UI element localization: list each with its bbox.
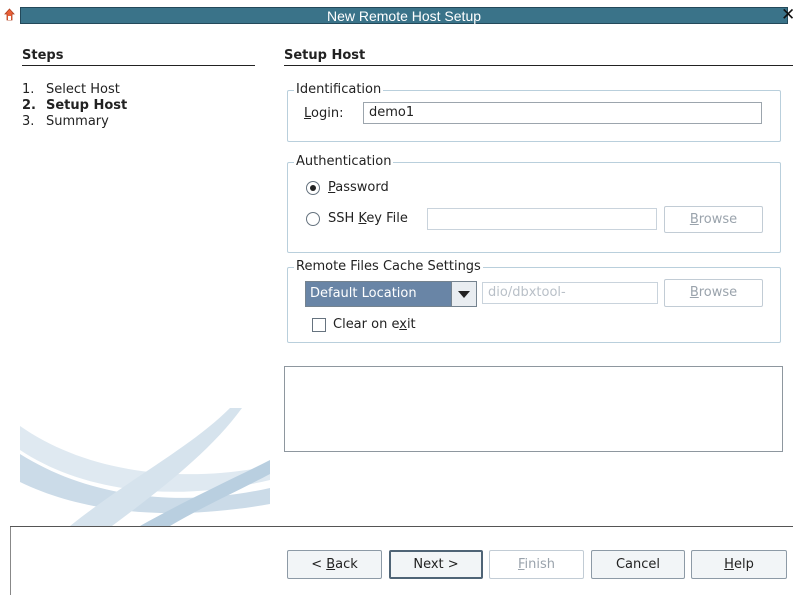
step-label: Setup Host: [46, 98, 128, 113]
password-label-text: assword: [335, 180, 389, 195]
login-label: Login:: [304, 106, 343, 122]
page-title-divider: [284, 65, 793, 66]
step-number: 2.: [22, 98, 36, 113]
login-mnemonic: L: [304, 106, 312, 121]
login-label-text: ogin:: [311, 106, 344, 121]
finish-label: inish: [524, 557, 556, 572]
clear-on-exit-mnemonic: x: [399, 317, 407, 332]
cache-browse-button[interactable]: Browse: [664, 279, 763, 307]
title-bar-strip: New Remote Host Setup: [20, 7, 788, 24]
password-radio[interactable]: [306, 181, 320, 195]
cache-settings-legend: Remote Files Cache Settings: [294, 259, 483, 275]
browse-mnemonic: B: [689, 285, 699, 300]
close-icon[interactable]: ✕: [781, 6, 793, 24]
wizard-swoosh-graphic: [20, 408, 270, 526]
back-mnemonic: B: [326, 557, 336, 572]
back-label: ack: [335, 557, 358, 572]
message-area: [284, 366, 783, 452]
step-number: 3.: [22, 114, 35, 129]
clear-on-exit-label[interactable]: Clear on exit: [333, 317, 416, 333]
next-button[interactable]: Next >: [389, 550, 483, 579]
window-title: New Remote Host Setup: [326, 8, 482, 24]
ssh-key-label-text: ey File: [366, 211, 408, 226]
clear-on-exit-prefix: Clear on e: [333, 317, 400, 332]
help-mnemonic: H: [724, 557, 734, 572]
ssh-key-prefix: SSH: [328, 211, 359, 226]
back-prefix: <: [311, 557, 327, 572]
chevron-down-icon[interactable]: [451, 282, 476, 306]
finish-button[interactable]: Finish: [489, 550, 584, 579]
browse-label: rowse: [698, 285, 738, 300]
step-label: Select Host: [46, 82, 120, 97]
app-icon: [4, 8, 15, 21]
step-number: 1.: [22, 82, 35, 97]
identification-legend: Identification: [294, 82, 384, 98]
back-button[interactable]: < Back: [287, 550, 382, 579]
title-bar[interactable]: New Remote Host Setup ✕: [0, 0, 793, 31]
step-select-host: 1. Select Host: [22, 82, 120, 98]
step-summary: 3. Summary: [22, 114, 109, 130]
browse-label: rowse: [698, 212, 738, 227]
ssh-key-browse-button[interactable]: Browse: [664, 206, 763, 233]
steps-divider: [22, 65, 255, 66]
ssh-key-label[interactable]: SSH Key File: [328, 211, 408, 227]
help-label: elp: [733, 557, 754, 572]
steps-heading: Steps: [22, 48, 64, 63]
step-setup-host: 2. Setup Host: [22, 98, 127, 114]
ssh-key-radio[interactable]: [306, 212, 320, 226]
ssh-key-file-input[interactable]: [427, 208, 657, 230]
cancel-button[interactable]: Cancel: [591, 550, 685, 579]
cache-location-select[interactable]: Default Location: [305, 281, 477, 307]
help-button[interactable]: Help: [691, 550, 787, 579]
login-input[interactable]: demo1: [363, 102, 762, 124]
authentication-legend: Authentication: [294, 154, 394, 170]
browse-mnemonic: B: [689, 212, 699, 227]
clear-on-exit-checkbox[interactable]: [312, 318, 326, 332]
step-label: Summary: [46, 114, 109, 129]
clear-on-exit-label-text: it: [406, 317, 416, 332]
cache-path-input[interactable]: dio/dbxtool-: [482, 282, 658, 304]
password-label[interactable]: Password: [328, 180, 389, 196]
cache-location-value: Default Location: [310, 286, 417, 301]
page-title: Setup Host: [284, 48, 366, 63]
